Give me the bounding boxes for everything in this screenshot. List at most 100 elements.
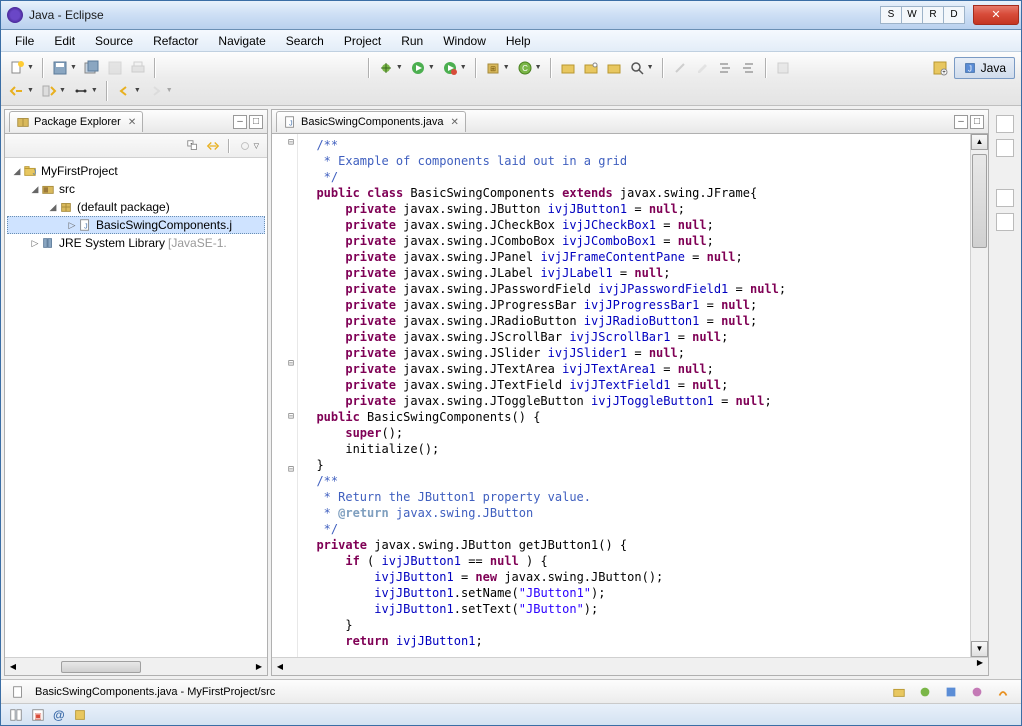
- dropdown-icon[interactable]: ▼: [59, 87, 66, 94]
- prune-icon[interactable]: [71, 81, 91, 101]
- run-icon[interactable]: [408, 58, 428, 78]
- dropdown-icon[interactable]: ▼: [428, 64, 435, 71]
- menu-source[interactable]: Source: [85, 31, 143, 51]
- back-icon[interactable]: [114, 81, 134, 101]
- open-perspective-icon[interactable]: +: [930, 58, 950, 78]
- close-icon[interactable]: ✕: [128, 117, 136, 128]
- dropdown-icon[interactable]: ▼: [27, 87, 34, 94]
- close-icon[interactable]: ✕: [450, 117, 458, 128]
- editor-hscrollbar[interactable]: ◀ ▶: [272, 657, 988, 675]
- pencil-icon[interactable]: [693, 58, 713, 78]
- status-icon[interactable]: [891, 684, 907, 700]
- dropdown-icon[interactable]: ▼: [460, 64, 467, 71]
- dropdown-icon[interactable]: ▼: [166, 87, 173, 94]
- dropdown-icon[interactable]: ▼: [70, 64, 77, 71]
- jre-node[interactable]: ▷ JRE System Library [JavaSE-1.: [7, 234, 265, 252]
- dropdown-icon[interactable]: ▼: [535, 64, 542, 71]
- menu-bar: File Edit Source Refactor Navigate Searc…: [1, 30, 1021, 52]
- save-all-icon[interactable]: [82, 58, 102, 78]
- dropdown-icon[interactable]: ▼: [503, 64, 510, 71]
- dropdown-icon[interactable]: ▼: [91, 87, 98, 94]
- menu-refactor[interactable]: Refactor: [143, 31, 208, 51]
- view-icon[interactable]: [996, 213, 1014, 231]
- status-icon[interactable]: [917, 684, 933, 700]
- declaration-icon[interactable]: [73, 708, 87, 722]
- switch-r[interactable]: R: [922, 6, 944, 24]
- editor-gutter[interactable]: ⊟ ⊟ ⊟ ⊟: [272, 134, 298, 657]
- menu-run[interactable]: Run: [391, 31, 433, 51]
- generic-icon[interactable]: [773, 58, 793, 78]
- dropdown-icon[interactable]: ▼: [647, 64, 654, 71]
- menu-project[interactable]: Project: [334, 31, 391, 51]
- at-icon[interactable]: @: [53, 708, 65, 722]
- fastview-icon[interactable]: [9, 708, 23, 722]
- menu-help[interactable]: Help: [496, 31, 541, 51]
- debug-icon[interactable]: [376, 58, 396, 78]
- open-type-icon[interactable]: [558, 58, 578, 78]
- menu-edit[interactable]: Edit: [44, 31, 85, 51]
- nav-fwd-group-icon[interactable]: [39, 81, 59, 101]
- title-bar[interactable]: Java - Eclipse S W R D ✕: [1, 1, 1021, 30]
- menu-file[interactable]: File: [5, 31, 44, 51]
- search-icon[interactable]: [627, 58, 647, 78]
- outline-view-icon[interactable]: [996, 115, 1014, 133]
- focus-icon[interactable]: [237, 138, 253, 154]
- collapse-all-icon[interactable]: -: [185, 138, 201, 154]
- folder-icon[interactable]: [581, 58, 601, 78]
- expand-icon[interactable]: ▷: [29, 238, 41, 249]
- java-file-node[interactable]: ▷ J BasicSwingComponents.j: [7, 216, 265, 234]
- status-icon[interactable]: [995, 684, 1011, 700]
- wand-icon[interactable]: [670, 58, 690, 78]
- explorer-hscrollbar[interactable]: ◀ ▶: [5, 657, 267, 675]
- status-icon[interactable]: [943, 684, 959, 700]
- menu-window[interactable]: Window: [433, 31, 496, 51]
- scroll-down-icon[interactable]: ▼: [971, 641, 988, 657]
- dropdown-icon[interactable]: ▼: [396, 64, 403, 71]
- new-package-icon[interactable]: ⊞: [483, 58, 503, 78]
- package-explorer-tab[interactable]: Package Explorer ✕: [9, 111, 143, 132]
- shift-right-icon[interactable]: [716, 58, 736, 78]
- src-node[interactable]: ◢ src: [7, 180, 265, 198]
- link-editor-icon[interactable]: [205, 138, 221, 154]
- window-close-button[interactable]: ✕: [973, 5, 1019, 25]
- maximize-icon[interactable]: □: [970, 115, 984, 129]
- switch-w[interactable]: W: [901, 6, 923, 24]
- expand-icon[interactable]: ▷: [66, 220, 78, 231]
- scroll-thumb[interactable]: [61, 661, 141, 673]
- nav-back-group-icon[interactable]: [7, 81, 27, 101]
- minimize-icon[interactable]: –: [233, 115, 247, 129]
- expand-icon[interactable]: ◢: [29, 184, 41, 195]
- project-node[interactable]: ◢ J MyFirstProject: [7, 162, 265, 180]
- dropdown-icon[interactable]: ▼: [134, 87, 141, 94]
- switch-s[interactable]: S: [880, 6, 902, 24]
- editor-vscrollbar[interactable]: ▲ ▼: [970, 134, 988, 657]
- scroll-up-icon[interactable]: ▲: [971, 134, 988, 150]
- shift-left-icon[interactable]: [739, 58, 759, 78]
- editor-tab[interactable]: J BasicSwingComponents.java ✕: [276, 111, 466, 132]
- code-area[interactable]: /** * Example of components laid out in …: [298, 134, 970, 657]
- project-tree[interactable]: ◢ J MyFirstProject ◢ src ◢ (default pack…: [5, 158, 267, 657]
- dropdown-icon[interactable]: ▼: [27, 64, 34, 71]
- new-class-icon[interactable]: C: [515, 58, 535, 78]
- view-menu-icon[interactable]: ▽: [254, 142, 259, 150]
- new-icon[interactable]: [7, 58, 27, 78]
- menu-navigate[interactable]: Navigate: [208, 31, 275, 51]
- expand-icon[interactable]: ◢: [47, 202, 59, 213]
- maximize-icon[interactable]: □: [249, 115, 263, 129]
- status-icon[interactable]: [969, 684, 985, 700]
- menu-search[interactable]: Search: [276, 31, 334, 51]
- save-icon[interactable]: [50, 58, 70, 78]
- switch-d[interactable]: D: [943, 6, 965, 24]
- package-node[interactable]: ◢ (default package): [7, 198, 265, 216]
- folder2-icon[interactable]: [604, 58, 624, 78]
- expand-icon[interactable]: ◢: [11, 166, 23, 177]
- scroll-thumb[interactable]: [972, 154, 987, 248]
- view-icon[interactable]: [996, 189, 1014, 207]
- show-view-icon[interactable]: ▣: [31, 708, 45, 722]
- forward-icon[interactable]: [146, 81, 166, 101]
- run-last-icon[interactable]: [440, 58, 460, 78]
- task-list-icon[interactable]: [996, 139, 1014, 157]
- print-icon[interactable]: [128, 58, 148, 78]
- java-perspective-button[interactable]: J Java: [954, 57, 1015, 79]
- minimize-icon[interactable]: –: [954, 115, 968, 129]
